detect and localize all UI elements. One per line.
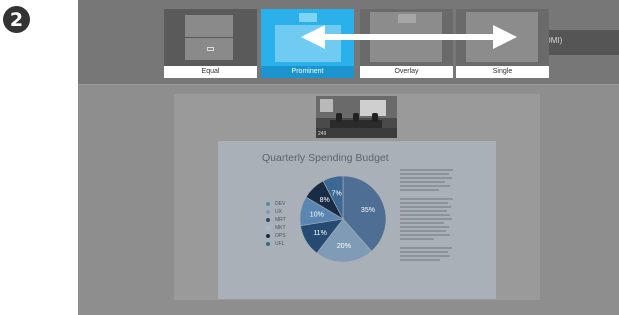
slide-body-text [400,169,456,263]
layout-option-label: Prominent [261,66,354,78]
legend-item: MRT [266,216,286,224]
text-line-placeholder [400,173,450,175]
text-line-placeholder [400,247,452,249]
text-line-placeholder [400,238,434,240]
legend-label: UFL [275,241,285,247]
thumb-pane [398,14,416,23]
text-line-placeholder [400,218,453,220]
legend-label: OPS [275,233,286,239]
text-line-placeholder [400,202,449,204]
legend-marker [266,234,270,238]
layout-option-label: Overlay [360,66,453,78]
text-line-placeholder [400,198,453,200]
text-line-placeholder [400,251,448,253]
chart-legend: DEV UX MRT MKT OPS UFL [266,200,286,248]
legend-marker [266,242,270,246]
room-floor [316,128,397,138]
video-screen: DMI) Equal Prominent Overlay Single 249 … [78,0,619,315]
layout-option-label: Single [456,66,549,78]
menu-divider [78,84,619,85]
text-line-placeholder [400,206,451,208]
text-line-placeholder [400,259,441,261]
laptop-icon [207,47,214,51]
text-line-placeholder [400,255,451,257]
presentation-slide: Quarterly Spending Budget DEV UX MRT MKT OPS… [218,141,496,299]
legend-label: MRT [275,217,286,223]
legend-item: UFL [266,240,286,248]
legend-item: DEV [266,200,286,208]
thumb-pane [299,13,317,22]
pie-slice-label: 10% [310,211,324,218]
legend-label: UX [275,209,282,215]
text-line-placeholder [400,210,448,212]
pie-slice-label: 11% [313,230,327,237]
text-line-placeholder [400,226,450,228]
room-window [320,99,333,112]
legend-label: MKT [275,225,286,231]
camera-tag: 249 [318,131,327,137]
layout-thumbnail [164,9,257,66]
room-person [336,113,342,122]
legend-marker [266,218,270,222]
text-line-placeholder [400,177,452,179]
step-number-badge: 2 [3,6,30,33]
slide-title: Quarterly Spending Budget [262,152,389,164]
text-line-placeholder [400,230,446,232]
legend-marker [266,202,270,206]
pie-slice-label: 7% [332,191,342,198]
layout-option-equal[interactable]: Equal [164,9,257,78]
text-line-placeholder [400,185,451,187]
legend-item: OPS [266,232,286,240]
pie-slice-label: 20% [337,243,351,250]
text-line-placeholder [400,214,450,216]
legend-item: MKT [266,224,286,232]
layout-option-label: Equal [164,66,257,78]
room-person [353,113,359,122]
legend-item: UX [266,208,286,216]
pie-slice-label: 35% [361,207,375,214]
pie-chart: 35% 20% 11% 10% 8%7% [299,175,387,263]
room-person [372,113,378,122]
text-line-placeholder [400,169,454,171]
text-line-placeholder [400,181,445,183]
pie-slice-label: 8% [320,197,330,204]
legend-marker [266,226,270,230]
text-line-placeholder [400,222,444,224]
double-headed-arrow-icon [301,25,517,49]
text-line-placeholder [400,189,440,191]
text-line-placeholder [400,234,451,236]
legend-label: DEV [275,201,286,207]
thumb-pane [185,15,233,37]
camera-preview[interactable]: 249 [316,96,397,138]
legend-marker [266,210,270,214]
